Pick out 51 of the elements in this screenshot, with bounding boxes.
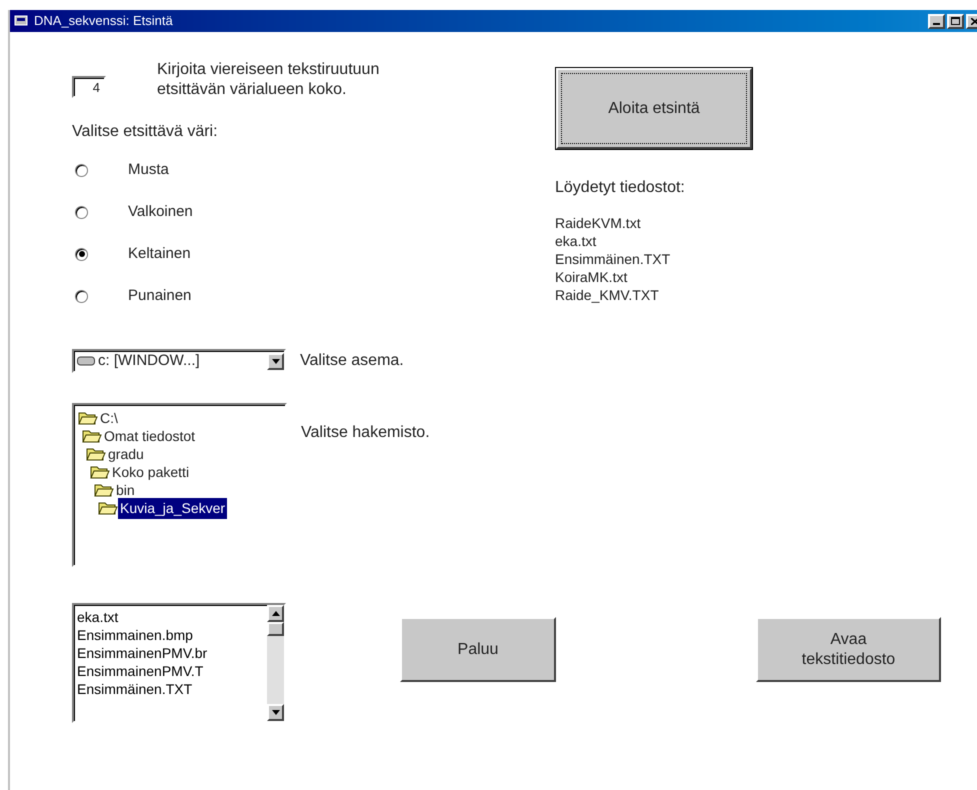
folder-icon (82, 428, 102, 444)
app-icon (14, 14, 30, 28)
found-file: RaideKVM.txt (555, 214, 641, 232)
file-item[interactable]: EnsimmainenPMV.br (77, 644, 208, 662)
search-button[interactable]: Aloita etsintä (555, 67, 753, 150)
open-text-file-button[interactable]: Avaa tekstitiedosto (756, 617, 941, 682)
close-icon (970, 18, 977, 24)
directory-item[interactable]: bin (114, 480, 135, 500)
folder-icon (98, 500, 118, 516)
folder-icon (94, 482, 114, 498)
file-item[interactable]: eka.txt (77, 608, 118, 626)
file-item[interactable]: Ensimmäinen.TXT (77, 680, 192, 698)
found-file: eka.txt (555, 232, 596, 250)
radio-label: Punainen (128, 286, 192, 306)
radio-button[interactable] (75, 164, 88, 176)
directory-item[interactable]: gradu (106, 444, 144, 464)
found-files-label: Löydetyt tiedostot: (555, 178, 685, 198)
scroll-down-icon[interactable] (267, 704, 284, 721)
size-instruction: Kirjoita viereiseen tekstiruutuun etsittävän värialueen koko. (157, 60, 380, 100)
scroll-up-icon[interactable] (267, 605, 284, 622)
radio-button[interactable] (75, 206, 88, 218)
radio-button[interactable] (75, 248, 88, 260)
file-list[interactable]: eka.txt Ensimmainen.bmp EnsimmainenPMV.br EnsimmainenPMV.T Ensimmäinen.TXT (72, 603, 286, 723)
minimize-button[interactable] (928, 14, 945, 28)
directory-item[interactable]: Koko paketti (110, 462, 190, 482)
radio-label: Musta (128, 160, 169, 180)
size-input-field[interactable]: 4 (72, 76, 106, 98)
file-item[interactable]: Ensimmainen.bmp (77, 626, 193, 644)
folder-icon (86, 446, 106, 462)
directory-item[interactable]: C:\ (98, 408, 118, 428)
found-file: KoiraMK.txt (555, 268, 628, 286)
directory-label: Valitse hakemisto. (301, 423, 430, 443)
drive-dropdown[interactable]: c: [WINDOW...] (72, 349, 286, 373)
drive-label: Valitse asema. (300, 351, 404, 371)
color-prompt: Valitse etsittävä väri: (72, 122, 218, 142)
maximize-button[interactable] (947, 14, 964, 28)
drive-icon (77, 356, 95, 366)
file-item[interactable]: EnsimmainenPMV.T (77, 662, 204, 680)
found-file: Ensimmäinen.TXT (555, 250, 670, 268)
scroll-thumb[interactable] (267, 622, 284, 636)
back-button[interactable]: Paluu (400, 617, 556, 682)
window-title: DNA_sekvenssi: Etsintä (34, 12, 173, 30)
radio-label: Valkoinen (128, 202, 193, 222)
folder-icon (90, 464, 110, 480)
directory-tree[interactable]: C:\ Omat tiedostot gradu Koko paketti bin Kuvia_ja_Sekver (72, 403, 287, 567)
folder-icon (78, 410, 98, 426)
radio-button[interactable] (75, 290, 88, 302)
directory-item[interactable]: Omat tiedostot (102, 426, 196, 446)
directory-item[interactable]: Kuvia_ja_Sekver (118, 498, 228, 518)
found-file: Raide_KMV.TXT (555, 286, 659, 304)
radio-label: Keltainen (128, 244, 191, 264)
